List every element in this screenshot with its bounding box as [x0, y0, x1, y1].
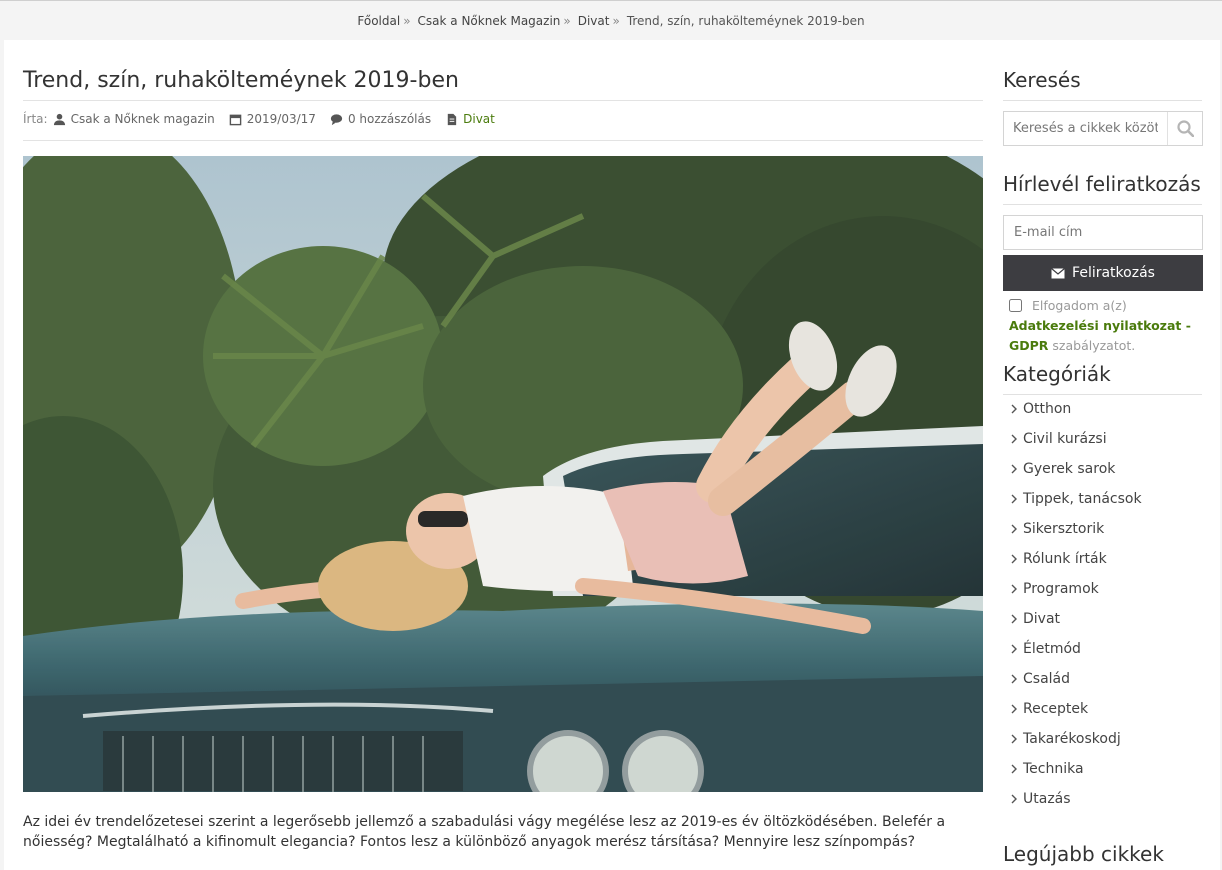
chevron-right-icon [1011, 464, 1017, 474]
envelope-icon [1051, 267, 1065, 278]
category-item-rolunk-irtak[interactable]: Rólunk írták [1010, 544, 1142, 574]
chevron-right-icon [1011, 704, 1017, 714]
calendar-icon [229, 114, 242, 125]
category-item-otthon[interactable]: Otthon [1010, 394, 1142, 424]
category-item-csalad[interactable]: Család [1010, 664, 1142, 694]
chevron-right-icon [1011, 494, 1017, 504]
search-button[interactable] [1167, 112, 1202, 145]
category-item-label: Tippek, tanácsok [1023, 491, 1142, 507]
category-item-civil-kurazsi[interactable]: Civil kurázsi [1010, 424, 1142, 454]
search-title-divider [1003, 100, 1202, 101]
category-list: Otthon Civil kurázsi Gyerek sarok Tippek… [1010, 394, 1142, 814]
user-icon [53, 113, 65, 125]
category-link[interactable]: Divat [463, 112, 495, 126]
breadcrumb-separator: » [563, 13, 571, 28]
breadcrumb: Főoldal » Csak a Nőknek Magazin » Divat … [0, 0, 1222, 40]
category-item-takarekoskodj[interactable]: Takarékoskodj [1010, 724, 1142, 754]
article-hero-image [23, 156, 983, 792]
subscribe-button[interactable]: Feliratkozás [1003, 255, 1203, 291]
chevron-right-icon [1011, 794, 1017, 804]
latest-articles-widget-title: Legújabb cikkek [1003, 842, 1164, 866]
category-item-divat[interactable]: Divat [1010, 604, 1142, 634]
article-meta: Írta: Csak a Nőknek magazin 2019/03/17 0… [23, 110, 495, 128]
chevron-right-icon [1011, 524, 1017, 534]
gdpr-prefix: Elfogadom a(z) [1032, 298, 1127, 313]
category-item-label: Otthon [1023, 401, 1072, 417]
page-gutter-left [0, 40, 4, 870]
gdpr-consent: Elfogadom a(z) Adatkezelési nyilatkozat … [1009, 296, 1205, 356]
category-item-programok[interactable]: Programok [1010, 574, 1142, 604]
category-item-label: Divat [1023, 611, 1061, 627]
newsletter-widget-title: Hírlevél feliratkozás [1003, 172, 1201, 196]
comments-link[interactable]: 0 hozzászólás [348, 112, 431, 126]
newsletter-title-divider [1003, 204, 1202, 205]
search-input[interactable] [1004, 112, 1167, 145]
breadcrumb-separator: » [612, 13, 620, 28]
category-item-label: Család [1023, 671, 1071, 687]
chevron-right-icon [1011, 404, 1017, 414]
document-icon [447, 113, 457, 125]
breadcrumb-link-divat[interactable]: Divat [578, 14, 610, 28]
category-item-label: Életmód [1023, 641, 1081, 657]
subscribe-button-label: Feliratkozás [1072, 265, 1155, 281]
chevron-right-icon [1011, 554, 1017, 564]
category-item-technika[interactable]: Technika [1010, 754, 1142, 784]
email-field[interactable] [1003, 215, 1203, 250]
category-item-label: Utazás [1023, 791, 1071, 807]
search-widget-title: Keresés [1003, 68, 1081, 92]
chevron-right-icon [1011, 584, 1017, 594]
breadcrumb-separator: » [403, 13, 411, 28]
category-item-eletmod[interactable]: Életmód [1010, 634, 1142, 664]
article-intro-text: Az idei év trendelőzetesei szerint a leg… [23, 814, 946, 850]
category-item-label: Sikersztorik [1023, 521, 1105, 537]
title-divider [23, 100, 983, 101]
article-title: Trend, szín, ruhakölteméynek 2019-ben [23, 68, 459, 93]
categories-widget-title: Kategóriák [1003, 362, 1111, 386]
category-item-tippek[interactable]: Tippek, tanácsok [1010, 484, 1142, 514]
meta-divider [23, 140, 983, 141]
search-icon [1176, 120, 1194, 137]
chevron-right-icon [1011, 734, 1017, 744]
category-item-label: Gyerek sarok [1023, 461, 1116, 477]
gdpr-suffix: szabályzatot. [1052, 338, 1136, 353]
category-item-label: Rólunk írták [1023, 551, 1107, 567]
chevron-right-icon [1011, 434, 1017, 444]
gdpr-checkbox[interactable] [1009, 299, 1022, 312]
chevron-right-icon [1011, 614, 1017, 624]
category-item-utazas[interactable]: Utazás [1010, 784, 1142, 814]
author-label: Írta: [23, 112, 48, 126]
chevron-right-icon [1011, 674, 1017, 684]
post-date: 2019/03/17 [246, 112, 316, 126]
chevron-right-icon [1011, 644, 1017, 654]
breadcrumb-link-home[interactable]: Főoldal [357, 14, 400, 28]
category-item-receptek[interactable]: Receptek [1010, 694, 1142, 724]
category-item-gyerek-sarok[interactable]: Gyerek sarok [1010, 454, 1142, 484]
breadcrumb-link-magazine[interactable]: Csak a Nőknek Magazin [418, 14, 561, 28]
category-item-label: Technika [1023, 761, 1084, 777]
comment-icon [330, 113, 343, 125]
category-item-label: Civil kurázsi [1023, 431, 1107, 447]
author-link[interactable]: Csak a Nőknek magazin [71, 112, 215, 126]
breadcrumb-current: Trend, szín, ruhakölteméynek 2019-ben [626, 13, 865, 28]
search-form [1003, 111, 1203, 146]
chevron-right-icon [1011, 764, 1017, 774]
category-item-label: Receptek [1023, 701, 1089, 717]
category-item-label: Programok [1023, 581, 1099, 597]
hero-image-illustration [23, 156, 983, 792]
category-item-label: Takarékoskodj [1023, 731, 1121, 747]
category-item-sikersztorik[interactable]: Sikersztorik [1010, 514, 1142, 544]
